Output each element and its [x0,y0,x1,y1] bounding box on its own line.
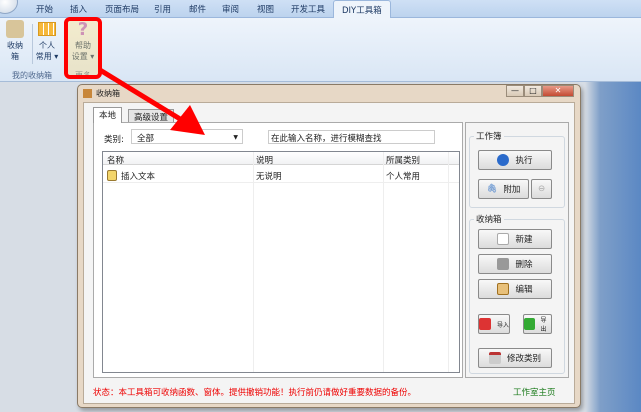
red-arrow [98,67,205,135]
tab-local[interactable]: 本地 [93,107,123,123]
